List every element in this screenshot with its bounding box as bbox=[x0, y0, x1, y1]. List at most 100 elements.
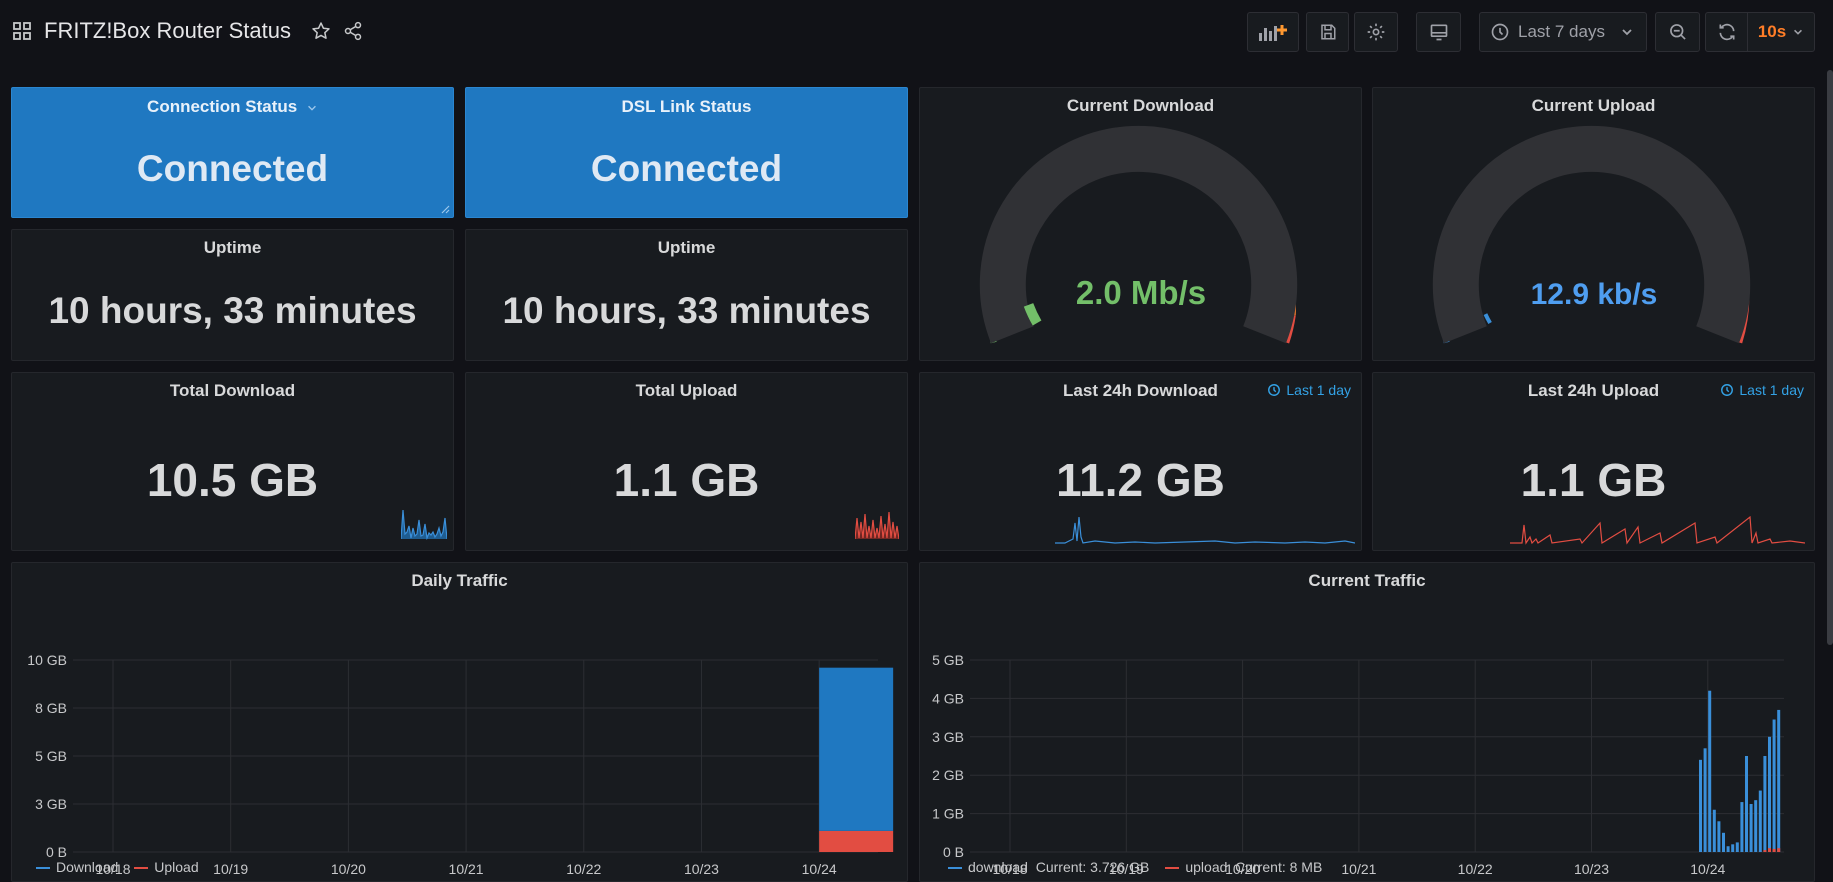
legend-item-upload[interactable]: upload Current: 8 MB bbox=[1165, 859, 1322, 875]
panel-title[interactable]: Total Upload bbox=[466, 381, 907, 401]
total-download-value: 10.5 GB bbox=[146, 454, 319, 506]
daily-traffic-chart: 0 B3 GB5 GB8 GB10 GB10/18 10/19 10/20 10/21… bbox=[27, 652, 894, 877]
last-24h-download-value: 11.2 GB bbox=[1056, 454, 1225, 506]
current-traffic-chart: 0 B1 GB2 GB3 GB4 GB5 GB10/18 10/19 10/20 10… bbox=[932, 652, 1784, 877]
current-traffic-panel[interactable]: Current Traffic 0 B 1 GB 2 GB 3 GB 4 GB 5 GB 1… bbox=[919, 562, 1815, 882]
bar-download bbox=[1758, 790, 1762, 852]
dsl-link-status-value: Connected bbox=[590, 148, 783, 189]
x-tick-label: 10/23 bbox=[1574, 861, 1609, 877]
bar-download bbox=[1772, 719, 1776, 852]
chevron-down-icon bbox=[1622, 29, 1632, 36]
dashboard-title[interactable]: FRITZ!Box Router Status bbox=[44, 18, 291, 44]
sparkline bbox=[1510, 515, 1805, 545]
star-icon[interactable] bbox=[311, 21, 331, 41]
page-scrollbar[interactable] bbox=[1827, 70, 1833, 645]
panel-title[interactable]: Connection Status bbox=[147, 97, 297, 116]
x-tick-label: 10/24 bbox=[802, 861, 837, 877]
panel-title[interactable]: Current Traffic bbox=[920, 571, 1814, 591]
save-dashboard-button[interactable] bbox=[1306, 12, 1349, 52]
x-tick-label: 10/22 bbox=[1458, 861, 1493, 877]
zoom-out-icon bbox=[1669, 24, 1686, 40]
legend-label: download Current: 3.726 GB bbox=[968, 859, 1150, 875]
sparkline bbox=[401, 509, 447, 540]
bar-download bbox=[1708, 690, 1712, 852]
y-tick-label: 4 GB bbox=[932, 690, 964, 706]
add-panel-button[interactable] bbox=[1247, 12, 1299, 52]
total-download-panel[interactable]: Total Download 10.5 GB bbox=[11, 372, 454, 551]
share-icon[interactable] bbox=[343, 21, 363, 41]
current-upload-panel[interactable]: Current Upload 12.9 kb/s bbox=[1372, 87, 1815, 361]
panel-title[interactable]: Daily Traffic bbox=[12, 571, 907, 591]
legend-item-download[interactable]: download Current: 3.726 GB bbox=[948, 859, 1149, 875]
gauge-value-label: 12.9 kb/s bbox=[1531, 278, 1658, 311]
panel-title[interactable]: Uptime bbox=[466, 238, 907, 258]
refresh-interval-label: 10s bbox=[1757, 22, 1787, 41]
series-swatch bbox=[948, 867, 962, 870]
y-tick-label: 0 B bbox=[46, 844, 67, 860]
bar-upload bbox=[1763, 850, 1767, 852]
legend-item-download[interactable]: Download bbox=[36, 859, 118, 875]
bar-download bbox=[1731, 844, 1735, 852]
panel-time-override: Last 1 day bbox=[1720, 382, 1804, 398]
y-tick-label: 3 GB bbox=[932, 729, 964, 745]
series-swatch bbox=[36, 867, 50, 870]
uptime-value: 10 hours, 33 minutes bbox=[48, 290, 417, 331]
series-swatch bbox=[134, 867, 149, 870]
daily-traffic-panel[interactable]: Daily Traffic 0 B3 GB 5 GB 8 GB 10 GB 10/18 1… bbox=[11, 562, 908, 882]
clock-icon bbox=[1491, 23, 1509, 41]
top-navbar: FRITZ!Box Router Status Last 7 days 10s bbox=[0, 0, 1833, 66]
bar-download bbox=[1717, 821, 1721, 852]
x-tick-label: 10/21 bbox=[1341, 861, 1376, 877]
panel-menu-chevron-icon[interactable] bbox=[306, 102, 318, 114]
time-override-label: Last 1 day bbox=[1286, 382, 1351, 398]
legend-label: upload Current: 8 MB bbox=[1185, 859, 1323, 875]
bar-download bbox=[1754, 800, 1758, 852]
total-upload-panel[interactable]: Total Upload 1.1 GB bbox=[465, 372, 908, 551]
last-24h-download-panel[interactable]: Last 24h Download Last 1 day 11.2 GB bbox=[919, 372, 1362, 551]
panel-title[interactable]: DSL Link Status bbox=[466, 97, 907, 117]
gear-icon bbox=[1367, 23, 1385, 41]
y-tick-label: 5 GB bbox=[932, 652, 964, 668]
y-tick-label: 0 B bbox=[943, 844, 964, 860]
refresh-interval-picker[interactable]: 10s bbox=[1747, 12, 1815, 52]
bar-download bbox=[1777, 709, 1781, 852]
dsl-link-status-panel[interactable]: DSL Link Status Connected bbox=[465, 87, 908, 218]
y-tick-label: 1 GB bbox=[932, 806, 964, 822]
cycle-view-mode-button[interactable] bbox=[1416, 12, 1461, 52]
download-gauge: 2.0 Mb/s bbox=[979, 125, 1298, 344]
bar-download bbox=[1768, 736, 1771, 852]
settings-button[interactable] bbox=[1354, 12, 1398, 52]
panel-time-override: Last 1 day bbox=[1267, 382, 1351, 398]
bar-upload bbox=[1768, 848, 1771, 852]
dashboard-grid-icon[interactable] bbox=[12, 21, 32, 41]
chart-legend: Download Upload bbox=[36, 859, 199, 875]
y-tick-label: 2 GB bbox=[932, 767, 964, 783]
bar-download bbox=[1740, 802, 1744, 852]
panel-title[interactable]: Uptime bbox=[12, 238, 453, 258]
time-range-picker[interactable]: Last 7 days bbox=[1479, 12, 1647, 52]
monitor-icon bbox=[1430, 24, 1447, 41]
bar-download bbox=[1726, 846, 1730, 852]
chevron-down-icon bbox=[1794, 29, 1803, 35]
last-24h-upload-panel[interactable]: Last 24h Upload Last 1 day 1.1 GB bbox=[1372, 372, 1815, 551]
panel-title[interactable]: Total Download bbox=[12, 381, 453, 401]
clock-icon bbox=[1721, 384, 1734, 396]
sparkline bbox=[855, 511, 899, 540]
time-override-label: Last 1 day bbox=[1739, 382, 1804, 398]
refresh-icon bbox=[1719, 23, 1734, 41]
x-tick-label: 10/22 bbox=[566, 861, 601, 877]
save-icon bbox=[1320, 24, 1335, 40]
zoom-out-button[interactable] bbox=[1655, 12, 1700, 52]
current-download-panel[interactable]: Current Download 2.0 Mb/s bbox=[919, 87, 1362, 361]
resize-handle-icon[interactable] bbox=[440, 204, 450, 214]
bar-download bbox=[1735, 842, 1739, 852]
time-range-label: Last 7 days bbox=[1518, 22, 1605, 41]
connection-status-panel[interactable]: Connection Status Connected bbox=[11, 87, 454, 218]
uptime-panel[interactable]: Uptime 10 hours, 33 minutes bbox=[465, 229, 908, 361]
x-tick-label: 10/24 bbox=[1690, 861, 1725, 877]
last-24h-upload-value: 1.1 GB bbox=[1520, 454, 1667, 506]
refresh-button[interactable] bbox=[1705, 12, 1748, 52]
upload-gauge: 12.9 kb/s bbox=[1432, 125, 1751, 344]
uptime-panel[interactable]: Uptime 10 hours, 33 minutes bbox=[11, 229, 454, 361]
legend-item-upload[interactable]: Upload bbox=[134, 859, 199, 875]
